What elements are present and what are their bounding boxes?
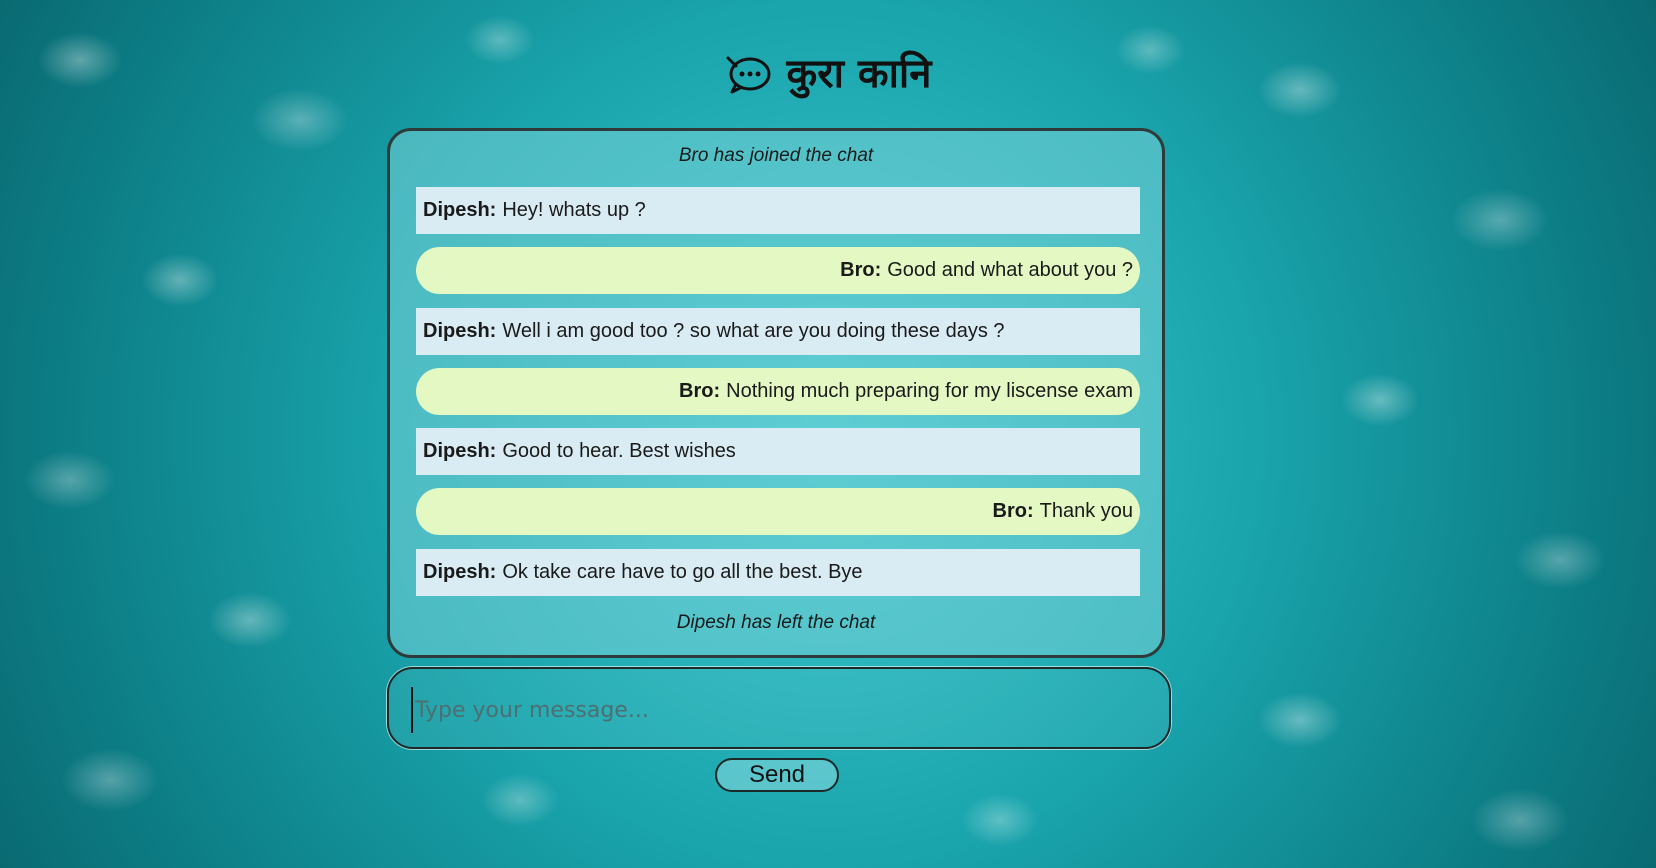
message-incoming: Dipesh: Hey! whats up ? — [416, 187, 1140, 234]
leave-notice: Dipesh has left the chat — [676, 612, 876, 633]
chat-bubble-icon — [724, 52, 772, 96]
app-title: कुरा कानि — [786, 51, 932, 97]
message-text: Well i am good too ? so what are you doi… — [502, 320, 1005, 342]
message-text: Hey! whats up ? — [502, 199, 646, 221]
message-text: Nothing much preparing for my liscense e… — [726, 380, 1133, 402]
message-outgoing: Bro: Good and what about you ? — [416, 247, 1140, 294]
message-sender: Bro: — [992, 500, 1034, 522]
message-sender: Dipesh: — [423, 199, 497, 221]
message-sender: Dipesh: — [423, 320, 497, 342]
message-incoming: Dipesh: Good to hear. Best wishes — [416, 428, 1140, 475]
message-text: Good to hear. Best wishes — [502, 440, 736, 462]
message-outgoing: Bro: Thank you — [416, 488, 1140, 535]
chat-window[interactable]: Bro has joined the chat Dipesh: Hey! wha… — [387, 128, 1165, 658]
message-text: Thank you — [1039, 500, 1133, 522]
message-text: Good and what about you ? — [887, 259, 1133, 281]
message-text: Ok take care have to go all the best. By… — [502, 561, 863, 583]
send-button[interactable]: Send — [715, 758, 839, 792]
message-incoming: Dipesh: Ok take care have to go all the … — [416, 549, 1140, 596]
message-incoming: Dipesh: Well i am good too ? so what are… — [416, 308, 1140, 355]
message-sender: Bro: — [840, 259, 882, 281]
message-sender: Bro: — [679, 380, 721, 402]
app-header: कुरा कानि — [0, 44, 1656, 104]
message-sender: Dipesh: — [423, 561, 497, 583]
message-composer — [387, 667, 1171, 749]
join-notice: Bro has joined the chat — [678, 145, 874, 166]
message-input[interactable] — [411, 687, 1157, 733]
message-outgoing: Bro: Nothing much preparing for my lisce… — [416, 368, 1140, 415]
message-sender: Dipesh: — [423, 440, 497, 462]
